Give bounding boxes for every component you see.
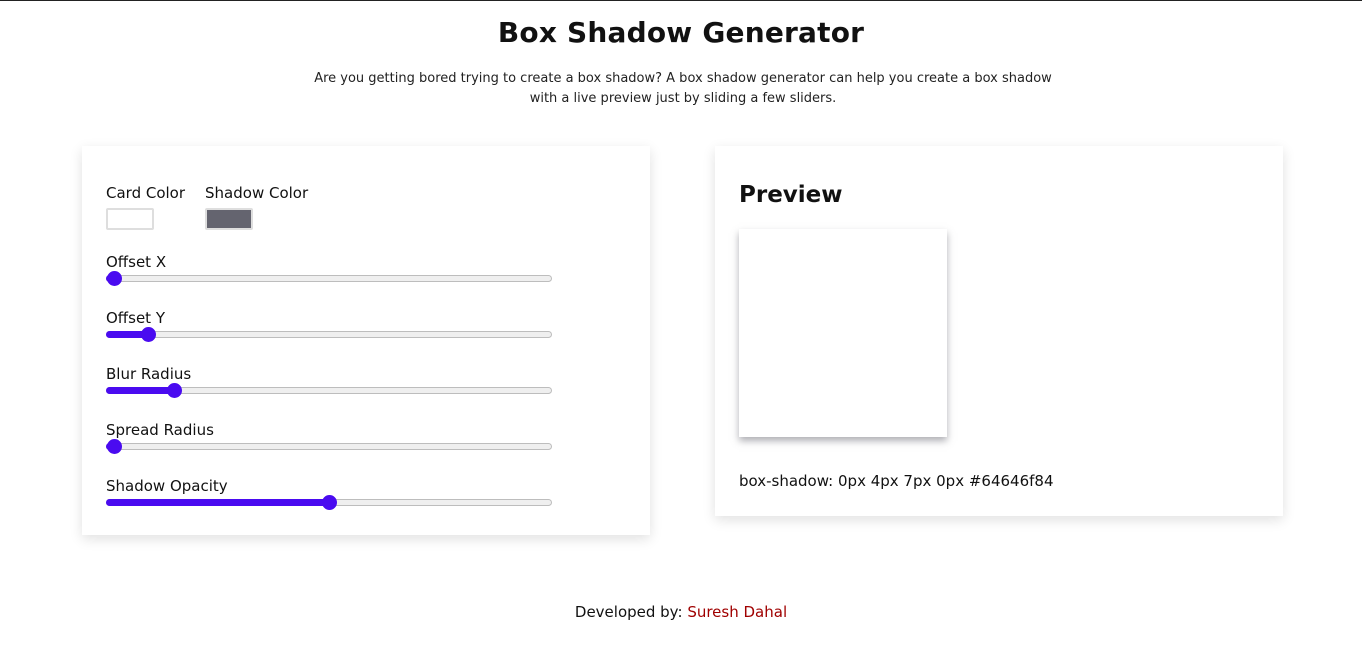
page-description: Are you getting bored trying to create a…	[314, 71, 1052, 106]
page-title: Box Shadow Generator	[497, 16, 865, 49]
preview-card: Preview box-shadow: 0px 4px 7px 0px #646…	[715, 146, 1283, 516]
shadow-color-group: Shadow Color	[205, 184, 308, 230]
preview-box	[739, 229, 947, 437]
shadow-opacity-control: Shadow Opacity	[106, 476, 556, 510]
shadow-color-label: Shadow Color	[205, 184, 309, 202]
spread-radius-slider[interactable]	[106, 439, 552, 454]
shadow-opacity-label: Shadow Opacity	[106, 477, 228, 495]
offset-y-slider[interactable]	[106, 327, 552, 342]
shadow-color-picker[interactable]	[205, 208, 254, 230]
spread-radius-slider-thumb[interactable]	[107, 439, 122, 454]
box-shadow-code: box-shadow: 0px 4px 7px 0px #64646f84	[739, 472, 1054, 490]
spread-radius-label: Spread Radius	[106, 421, 214, 439]
card-color-picker[interactable]	[106, 208, 154, 230]
card-color-swatch	[108, 210, 152, 228]
preview-title: Preview	[739, 182, 843, 208]
offset-x-label: Offset X	[106, 253, 167, 271]
offset-y-label: Offset Y	[106, 309, 165, 327]
card-color-label: Card Color	[106, 184, 186, 202]
offset-y-slider-thumb[interactable]	[141, 327, 157, 342]
footer-prefix: Developed by:	[574, 603, 683, 621]
offset-x-control: Offset X	[106, 252, 556, 286]
offset-y-control: Offset Y	[106, 308, 556, 342]
top-border-line	[0, 0, 1362, 1]
shadow-opacity-slider-fill	[106, 499, 330, 506]
footer: Developed by: Suresh Dahal	[0, 603, 1362, 621]
controls-card: Card Color Shadow Color Offset X Offset …	[82, 146, 650, 535]
offset-x-slider[interactable]	[106, 271, 552, 286]
shadow-color-swatch	[207, 210, 252, 228]
author-link[interactable]: Suresh Dahal	[687, 603, 787, 621]
shadow-opacity-slider-thumb[interactable]	[322, 495, 337, 510]
blur-radius-slider[interactable]	[106, 383, 552, 398]
blur-radius-control: Blur Radius	[106, 364, 556, 398]
spread-radius-control: Spread Radius	[106, 420, 556, 454]
blur-radius-slider-thumb[interactable]	[167, 383, 183, 398]
card-color-group: Card Color	[106, 184, 185, 230]
blur-radius-slider-fill	[106, 387, 176, 394]
color-pickers: Card Color Shadow Color	[106, 184, 308, 230]
offset-x-slider-thumb[interactable]	[107, 271, 122, 286]
shadow-opacity-slider[interactable]	[106, 495, 552, 510]
blur-radius-label: Blur Radius	[106, 365, 192, 383]
